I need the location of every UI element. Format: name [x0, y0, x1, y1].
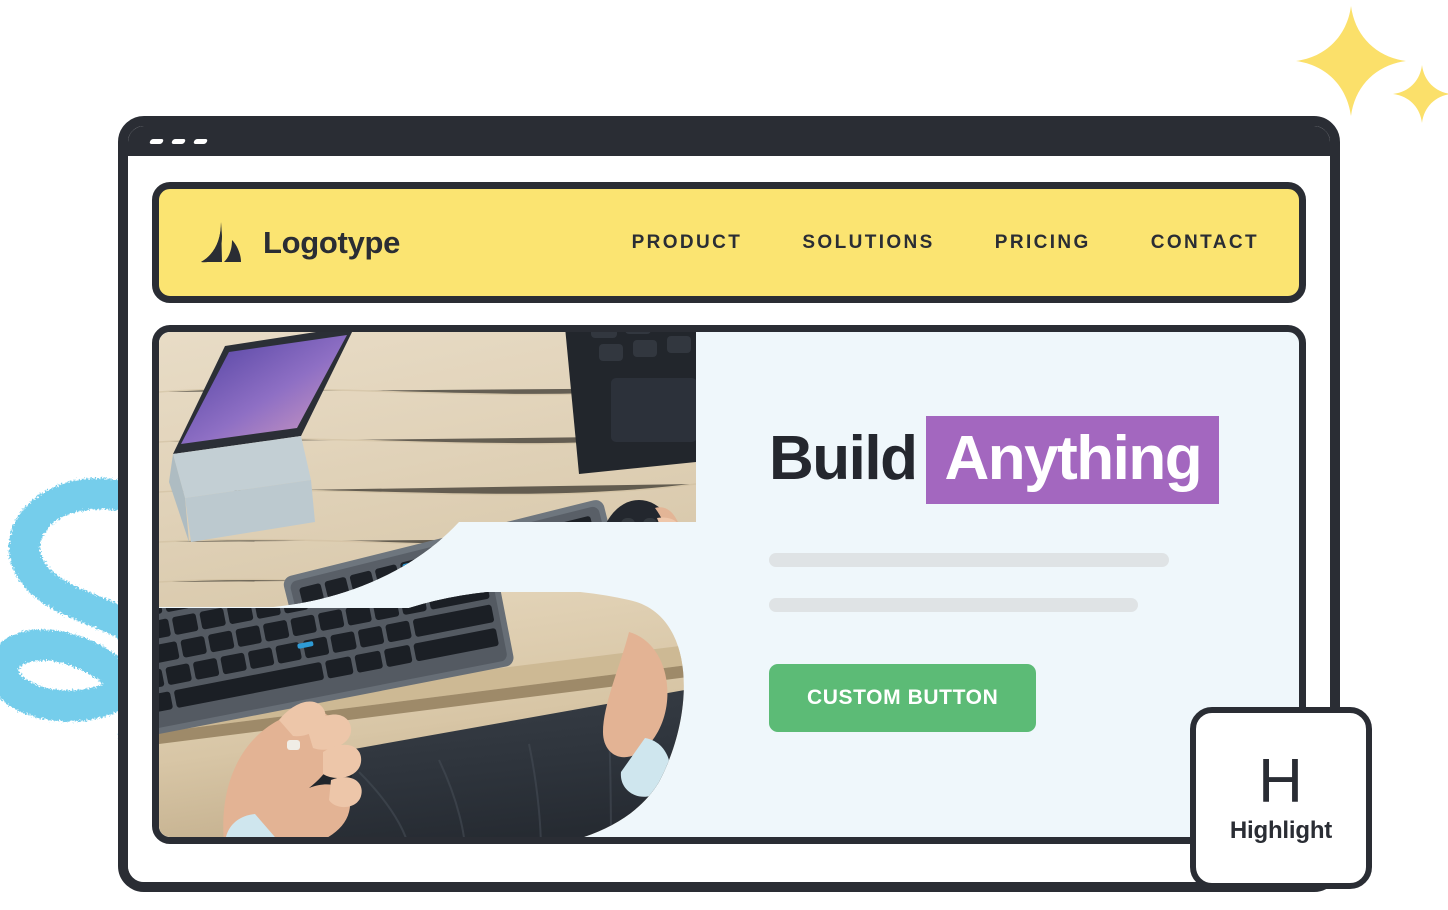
hero-body-placeholder	[769, 553, 1299, 612]
highlight-tool-card[interactable]: H Highlight	[1190, 707, 1372, 889]
placeholder-line-2	[769, 598, 1138, 612]
hero-photo-top	[159, 332, 696, 607]
window-dot-2[interactable]	[170, 138, 187, 144]
hero-photo-bottom	[159, 592, 696, 837]
sparkle-icon	[1393, 65, 1448, 123]
nav-link-contact[interactable]: CONTACT	[1151, 232, 1259, 254]
highlight-card-label: Highlight	[1229, 817, 1333, 844]
headline-plain-text: Build	[769, 424, 918, 493]
browser-window: Logotype PRODUCT SOLUTIONS PRICING CONTA…	[118, 116, 1340, 892]
page-content: Logotype PRODUCT SOLUTIONS PRICING CONTA…	[128, 156, 1330, 882]
nav-link-product[interactable]: PRODUCT	[632, 232, 743, 254]
site-navbar: Logotype PRODUCT SOLUTIONS PRICING CONTA…	[152, 182, 1306, 303]
primary-navigation: PRODUCT SOLUTIONS PRICING CONTACT	[632, 232, 1265, 254]
logotype-mark-icon	[201, 221, 241, 262]
desk-with-keyboard-laptop-and-mouse-image	[159, 332, 696, 607]
hands-typing-on-keyboard-at-desk-image	[159, 592, 684, 837]
nav-link-pricing[interactable]: PRICING	[995, 232, 1091, 254]
hero-section: Build Anything CUSTOM BUTTON	[152, 325, 1306, 844]
brand-logo[interactable]: Logotype	[199, 220, 400, 266]
hero-media-column	[159, 332, 696, 837]
window-dot-1[interactable]	[148, 138, 165, 144]
browser-titlebar	[128, 126, 1330, 156]
window-dot-3[interactable]	[192, 138, 209, 144]
headline-highlighted-text: Anything	[926, 416, 1220, 504]
custom-button[interactable]: CUSTOM BUTTON	[769, 664, 1037, 732]
brand-name: Logotype	[263, 224, 401, 260]
highlight-letter-icon: H	[1258, 747, 1304, 816]
hero-headline: Build Anything	[769, 416, 1299, 504]
nav-link-solutions[interactable]: SOLUTIONS	[802, 232, 934, 254]
sparkle-icon	[1296, 6, 1406, 116]
placeholder-line-1	[769, 553, 1169, 567]
